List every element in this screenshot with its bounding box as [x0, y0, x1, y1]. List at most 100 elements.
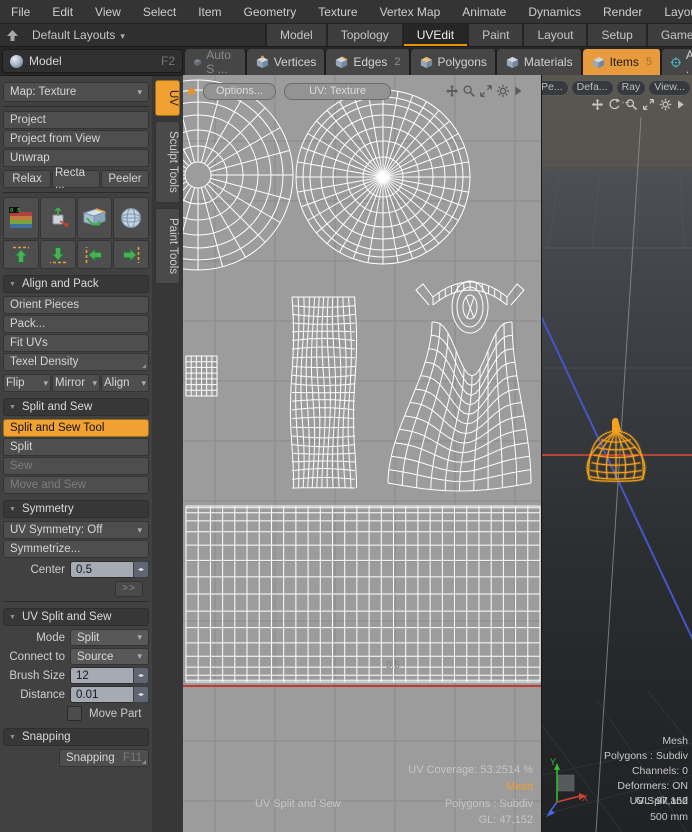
expand-menu-icon[interactable] — [676, 98, 685, 111]
texel-density-button[interactable]: Texel Density — [3, 353, 149, 371]
box-projection-button[interactable] — [77, 197, 113, 239]
move-part-checkbox[interactable] — [67, 706, 82, 721]
layout-tab-setup[interactable]: Setup — [586, 24, 645, 46]
mirror-dropdown[interactable]: Mirror — [52, 374, 100, 392]
split-and-sew-tool-button[interactable]: Split and Sew Tool — [3, 419, 149, 437]
gear-icon[interactable] — [496, 84, 510, 98]
viewport-marker-icon[interactable] — [188, 88, 195, 95]
snapping-button[interactable]: Snapping F11 — [59, 749, 149, 767]
sphere-projection-button[interactable] — [113, 197, 149, 239]
zoom-icon[interactable] — [462, 84, 476, 98]
layout-tab-game-tools[interactable]: Game Tools — [646, 24, 692, 46]
menu-file[interactable]: File — [0, 5, 41, 19]
more-options-button[interactable]: >> — [115, 581, 143, 597]
tab-action-center[interactable]: Action . . — [662, 49, 692, 75]
layout-tab-model[interactable]: Model — [265, 24, 326, 46]
split-button[interactable]: Split — [3, 438, 149, 456]
menu-animate[interactable]: Animate — [451, 5, 517, 19]
uv-checker-texture-button[interactable]: 0 3 — [3, 197, 39, 239]
center-stepper[interactable] — [133, 561, 149, 578]
distance-field[interactable]: 0.01 — [70, 686, 149, 703]
layout-tab-topology[interactable]: Topology — [326, 24, 402, 46]
pack-button[interactable]: Pack... — [3, 315, 149, 333]
zoom-icon[interactable] — [625, 98, 638, 111]
split-and-sew-header[interactable]: Split and Sew — [3, 398, 149, 416]
align-and-pack-header[interactable]: Align and Pack — [3, 275, 149, 293]
uv-split-and-sew-header[interactable]: UV Split and Sew — [3, 608, 149, 626]
uv-map-selector[interactable]: Map: Texture — [3, 82, 149, 102]
maximize-icon[interactable] — [642, 98, 655, 111]
orbit-icon[interactable] — [608, 98, 621, 111]
menu-dynamics[interactable]: Dynamics — [517, 5, 592, 19]
uv-projection-axis-button[interactable] — [40, 197, 76, 239]
brush-size-field[interactable]: 12 — [70, 667, 149, 684]
align-right-button[interactable] — [113, 240, 149, 269]
uv-symmetry-dropdown[interactable]: UV Symmetry: Off — [3, 521, 149, 539]
perspective-3d-viewport[interactable]: YX Pe... Defa... Ray ... View... Mesh Po… — [541, 75, 692, 832]
item-list-capsule[interactable]: Model F2 — [2, 49, 183, 73]
uv-options-button[interactable]: Options... — [203, 83, 276, 100]
expand-menu-icon[interactable] — [513, 84, 523, 98]
project-button[interactable]: Project — [3, 111, 149, 129]
layout-pin-icon[interactable] — [0, 24, 24, 46]
tab-auto-select[interactable]: Auto S ... — [185, 49, 247, 75]
menu-edit[interactable]: Edit — [41, 5, 84, 19]
uv-map-pill[interactable]: UV: Texture — [284, 83, 391, 100]
gear-icon[interactable] — [659, 98, 672, 111]
move-and-sew-button[interactable]: Move and Sew — [3, 476, 149, 494]
menu-render[interactable]: Render — [592, 5, 653, 19]
relax-button[interactable]: Relax — [3, 170, 51, 188]
align-up-button[interactable] — [3, 240, 39, 269]
menu-vertex-map[interactable]: Vertex Map — [369, 5, 452, 19]
flip-dropdown[interactable]: Flip — [3, 374, 51, 392]
sew-button[interactable]: Sew — [3, 457, 149, 475]
uv-editor-viewport[interactable]: Options... UV: Texture 0.5 UV Coverage: … — [183, 75, 541, 832]
menu-view[interactable]: View — [84, 5, 132, 19]
maximize-icon[interactable] — [479, 84, 493, 98]
distance-stepper[interactable] — [133, 686, 149, 703]
view-options-pill[interactable]: View... — [648, 80, 691, 96]
tab-vertices[interactable]: Vertices — [247, 49, 327, 75]
perspective-pill[interactable]: Pe... — [541, 80, 569, 96]
connect-to-dropdown[interactable]: Source — [70, 648, 149, 665]
rectangle-button[interactable]: Recta ... — [52, 170, 100, 188]
items-count-badge: 5 — [646, 56, 652, 68]
side-tab-sculpt-tools[interactable]: Sculpt Tools — [155, 121, 180, 203]
snapping-header[interactable]: Snapping — [3, 728, 149, 746]
side-tab-paint-tools[interactable]: Paint Tools — [155, 208, 180, 284]
pan-icon[interactable] — [445, 84, 459, 98]
menu-texture[interactable]: Texture — [307, 5, 368, 19]
pan-icon[interactable] — [591, 98, 604, 111]
tab-polygons[interactable]: Polygons — [411, 49, 497, 75]
menu-layout[interactable]: Layout — [653, 5, 692, 19]
side-tab-uv[interactable]: UV — [155, 80, 180, 116]
scene-3d-canvas[interactable]: YX — [542, 75, 692, 832]
shading-default-pill[interactable]: Defa... — [571, 80, 614, 96]
menu-geometry[interactable]: Geometry — [233, 5, 308, 19]
deformers-readout: Deformers: ON — [617, 780, 688, 792]
symmetry-header[interactable]: Symmetry — [3, 500, 149, 518]
ray-pill[interactable]: Ray ... — [616, 80, 647, 96]
peeler-button[interactable]: Peeler — [101, 170, 149, 188]
align-dropdown[interactable]: Align — [101, 374, 149, 392]
unwrap-button[interactable]: Unwrap — [3, 149, 149, 167]
symmetrize-button[interactable]: Symmetrize... — [3, 540, 149, 558]
uv-wireframe-canvas[interactable] — [183, 75, 541, 832]
brush-size-stepper[interactable] — [133, 667, 149, 684]
menu-select[interactable]: Select — [132, 5, 187, 19]
project-from-view-button[interactable]: Project from View — [3, 130, 149, 148]
menu-item[interactable]: Item — [187, 5, 232, 19]
tab-items[interactable]: Items 5 — [583, 49, 662, 75]
tab-materials[interactable]: Materials — [497, 49, 583, 75]
fit-uvs-button[interactable]: Fit UVs — [3, 334, 149, 352]
orient-pieces-button[interactable]: Orient Pieces — [3, 296, 149, 314]
layout-tab-layout[interactable]: Layout — [522, 24, 586, 46]
align-down-button[interactable] — [40, 240, 76, 269]
align-left-button[interactable] — [77, 240, 113, 269]
center-field[interactable]: 0.5 — [70, 561, 149, 578]
mode-dropdown[interactable]: Split — [70, 629, 149, 646]
layout-tab-paint[interactable]: Paint — [467, 24, 522, 46]
layout-switcher-dropdown[interactable]: Default Layouts — [32, 28, 125, 42]
layout-tab-uvedit[interactable]: UVEdit — [402, 24, 467, 46]
tab-edges[interactable]: Edges 2 — [326, 49, 410, 75]
